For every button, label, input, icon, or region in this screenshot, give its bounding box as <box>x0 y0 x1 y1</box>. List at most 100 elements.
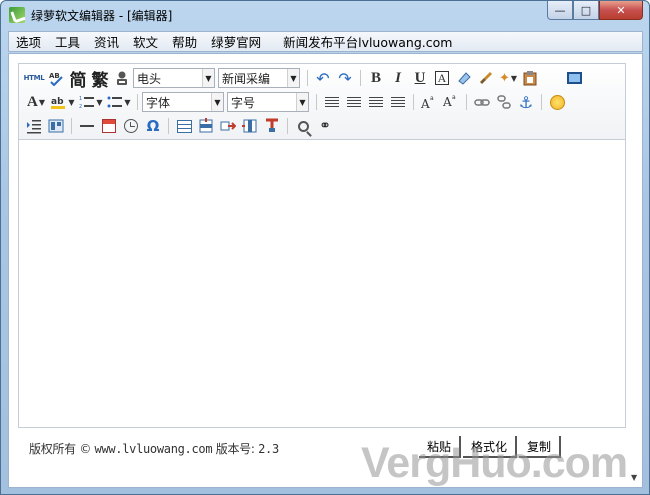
toolbar-separator <box>137 94 138 110</box>
close-button[interactable]: ✕ <box>599 1 643 20</box>
justify-button[interactable] <box>387 91 409 113</box>
insert-date-button[interactable] <box>98 115 120 137</box>
user-stamp-button[interactable] <box>111 67 133 89</box>
menu-tools[interactable]: 工具 <box>48 32 87 51</box>
preview-button[interactable] <box>563 67 585 89</box>
special-char-button[interactable]: Ω <box>142 115 164 137</box>
chevron-down-icon: ▼ <box>68 97 75 107</box>
menu-help[interactable]: 帮助 <box>165 32 204 51</box>
chevron-down-icon: ▼ <box>96 97 103 107</box>
copyright-text: 版权所有 © www.lvluowang.com 版本号: 2.3 <box>29 440 279 457</box>
toolbar-row-3: Ω ⚭ <box>23 114 336 138</box>
maximize-button[interactable]: □ <box>573 1 599 20</box>
redo-button[interactable]: ↷ <box>334 67 356 89</box>
title-bar[interactable]: 绿萝软文编辑器 - [编辑器] — □ ✕ <box>1 1 649 31</box>
smiley-icon <box>549 94 565 110</box>
align-right-button[interactable] <box>365 91 387 113</box>
eraser-button[interactable] <box>453 67 475 89</box>
font-family-select-value: 字体 <box>146 95 171 110</box>
emoticon-button[interactable] <box>546 91 568 113</box>
link-button[interactable] <box>471 91 493 113</box>
unlink-icon <box>497 95 511 109</box>
watermark-text: VergHuo.com <box>361 439 628 487</box>
toolbar-separator <box>71 118 72 134</box>
menu-official-site[interactable]: 绿萝官网 <box>204 32 268 51</box>
version-label: 版本号: <box>212 442 259 456</box>
layout-icon <box>48 119 64 133</box>
header-select[interactable]: 电头 ▼ <box>133 68 215 88</box>
simplified-button[interactable]: 简 <box>67 67 89 91</box>
bold-icon: B <box>370 69 381 86</box>
menu-options[interactable]: 选项 <box>9 32 48 51</box>
toolbar-separator <box>287 118 288 134</box>
font-size-select-value: 字号 <box>231 95 256 110</box>
editor-content-area[interactable] <box>19 141 625 427</box>
toolbar-separator <box>466 94 467 110</box>
chevron-down-icon: ▼ <box>287 69 299 87</box>
template-select[interactable]: 新闻采编 ▼ <box>218 68 300 88</box>
copyright-site: www.lvluowang.com <box>94 442 213 456</box>
merge-cells-button[interactable] <box>261 115 283 137</box>
insert-table-button[interactable] <box>173 115 195 137</box>
subscript-icon: Aa <box>443 94 456 109</box>
align-left-button[interactable] <box>321 91 343 113</box>
unordered-list-button[interactable]: ▼ <box>105 91 133 113</box>
border-text-button[interactable]: A <box>431 67 453 89</box>
italic-icon: I <box>395 69 401 86</box>
svg-text:a: a <box>430 95 434 102</box>
chevron-down-icon: ▼ <box>124 97 131 107</box>
anchor-icon: ⚓ <box>518 92 534 112</box>
insert-time-button[interactable] <box>120 115 142 137</box>
brush-button[interactable] <box>475 67 497 89</box>
chevron-down-icon: ▼ <box>202 69 214 87</box>
align-left-icon <box>325 96 339 108</box>
svg-text:AB: AB <box>49 72 60 80</box>
delete-row-button[interactable] <box>217 115 239 137</box>
toolbar-separator <box>360 70 361 86</box>
source-button[interactable]: HTML <box>23 67 45 89</box>
undo-button[interactable]: ↶ <box>312 67 334 89</box>
brush-icon <box>480 72 492 84</box>
horizontal-rule-button[interactable] <box>76 115 98 137</box>
font-size-select[interactable]: 字号 ▼ <box>227 92 309 112</box>
underline-button[interactable]: U <box>409 67 431 89</box>
window-title: 绿萝软文编辑器 - [编辑器] <box>31 9 173 23</box>
align-center-button[interactable] <box>343 91 365 113</box>
subscript-button[interactable]: Aa <box>440 91 462 113</box>
app-icon <box>9 7 25 23</box>
client-area: HTML AB 简 繁 电头 ▼ 新闻采编 ▼ ↶ ↷ B I U A ✦ ▼ … <box>8 53 643 488</box>
menu-news[interactable]: 资讯 <box>87 32 126 51</box>
minimize-button[interactable]: — <box>547 1 573 20</box>
font-family-select[interactable]: 字体 ▼ <box>142 92 224 112</box>
insert-col-icon <box>242 119 257 133</box>
bold-button[interactable]: B <box>365 67 387 89</box>
font-color-button[interactable]: A ▼ <box>23 91 49 113</box>
chevron-down-icon: ▼ <box>38 97 45 107</box>
menu-news-platform[interactable]: 新闻发布平台lvluowang.com <box>276 32 459 51</box>
replace-button[interactable]: ⚭ <box>314 115 336 137</box>
justify-icon <box>391 96 405 108</box>
superscript-button[interactable]: Aa <box>418 91 440 113</box>
traditional-button[interactable]: 繁 <box>89 67 111 91</box>
align-right-icon <box>369 96 383 108</box>
indent-button[interactable] <box>23 115 45 137</box>
highlight-button[interactable]: ab ▼ <box>49 91 77 113</box>
paste-button[interactable] <box>519 67 541 89</box>
magic-button[interactable]: ✦ ▼ <box>497 67 519 89</box>
binoculars-icon: ⚭ <box>319 118 331 134</box>
spellcheck-button[interactable]: AB <box>45 67 67 89</box>
find-button[interactable] <box>292 115 314 137</box>
menu-articles[interactable]: 软文 <box>126 32 165 51</box>
anchor-button[interactable]: ⚓ <box>515 91 537 113</box>
header-select-value: 电头 <box>137 71 162 86</box>
layout-button[interactable] <box>45 115 67 137</box>
ordered-list-button[interactable]: 12 ▼ <box>77 91 105 113</box>
insert-col-button[interactable] <box>239 115 261 137</box>
insert-row-button[interactable] <box>195 115 217 137</box>
unlink-button[interactable] <box>493 91 515 113</box>
simplified-label: 简 <box>69 70 87 91</box>
italic-button[interactable]: I <box>387 67 409 89</box>
scroll-down-icon[interactable]: ▼ <box>631 473 641 483</box>
window-controls: — □ ✕ <box>547 1 643 21</box>
toolbar-separator <box>316 94 317 110</box>
